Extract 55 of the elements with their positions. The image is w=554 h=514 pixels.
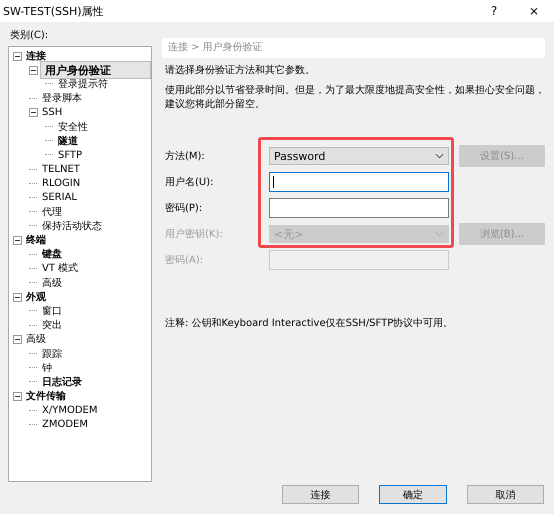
tree-item[interactable]: 终端 — [24, 234, 48, 248]
dialog-button[interactable]: 取消 — [467, 485, 544, 504]
dialog-button[interactable]: 连接 — [282, 485, 359, 504]
field-label: 用户密钥(K): — [164, 228, 224, 241]
tree-item[interactable]: 跟踪 — [40, 348, 64, 361]
tree-item[interactable]: 保持活动状态 — [40, 220, 104, 233]
collapse-icon[interactable] — [13, 392, 22, 402]
tree-item[interactable]: 外观 — [24, 290, 48, 304]
tree-item[interactable]: 用户身份验证 — [40, 61, 151, 80]
tree-item[interactable]: 登录提示符 — [56, 78, 110, 91]
input-field[interactable] — [269, 198, 449, 218]
input-field[interactable] — [269, 172, 449, 192]
tree-item[interactable]: 文件传输 — [24, 390, 68, 404]
tree-item[interactable]: 窗口 — [40, 304, 64, 318]
tree-item[interactable]: 代理 — [40, 206, 64, 219]
tree-item[interactable]: 钟 — [40, 362, 54, 375]
collapse-icon[interactable] — [29, 66, 38, 75]
intro-text: 请选择身份验证方法和其它参数。 — [165, 64, 316, 78]
field-label: 方法(M): — [164, 150, 206, 163]
tree-item[interactable]: ZMODEM — [40, 418, 90, 432]
method-dropdown[interactable]: Password — [269, 147, 449, 165]
description-text: 使用此部分以节省登录时间。但是，为了最大限度地提高安全性，如果担心安全问题，建议您将此部分留空。 — [165, 84, 545, 112]
tree-item[interactable]: SSH — [40, 106, 64, 120]
tree-item[interactable]: VT 模式 — [40, 262, 80, 276]
collapse-icon[interactable] — [13, 52, 22, 61]
breadcrumb: 连接 > 用户身份验证 — [162, 38, 545, 58]
tree-item[interactable]: 登录脚本 — [40, 92, 84, 106]
window-title: SW-TEST(SSH)属性 — [3, 4, 104, 18]
tree-item[interactable]: 安全性 — [56, 120, 90, 134]
tree-item[interactable]: RLOGIN — [40, 177, 82, 190]
dialog-button[interactable]: 确定 — [379, 485, 447, 504]
tree-item[interactable]: X/YMODEM — [40, 404, 100, 418]
caret-icon — [435, 153, 444, 159]
tree-item[interactable]: 高级 — [24, 333, 48, 346]
tree-item[interactable]: TELNET — [40, 163, 82, 176]
tree-item[interactable]: 连接 — [24, 50, 48, 63]
collapse-icon[interactable] — [29, 108, 38, 118]
field-label: 密码(A): — [164, 254, 204, 267]
tree-item[interactable]: SFTP — [56, 148, 84, 162]
close-button[interactable]: × — [514, 0, 554, 22]
help-button[interactable]: ? — [474, 0, 514, 22]
tree-item[interactable]: 突出 — [40, 319, 64, 332]
tree-item[interactable]: 高级 — [40, 276, 64, 290]
note-text: 注释: 公钥和Keyboard Interactive仅在SSH/SFTP协议中可用。 — [165, 316, 454, 330]
collapse-icon[interactable] — [13, 236, 22, 246]
field-label: 用户名(U): — [164, 176, 214, 189]
caret-icon — [435, 231, 444, 237]
tree-item[interactable]: 日志记录 — [40, 376, 84, 389]
tree-item[interactable]: SERIAL — [40, 191, 79, 204]
category-label: 类别(C): — [10, 28, 50, 42]
tree-item[interactable]: 键盘 — [40, 248, 64, 262]
collapse-icon[interactable] — [13, 335, 22, 344]
tree-item[interactable]: 隧道 — [56, 134, 80, 148]
field-label: 密码(P): — [164, 202, 204, 215]
collapse-icon[interactable] — [13, 292, 22, 302]
